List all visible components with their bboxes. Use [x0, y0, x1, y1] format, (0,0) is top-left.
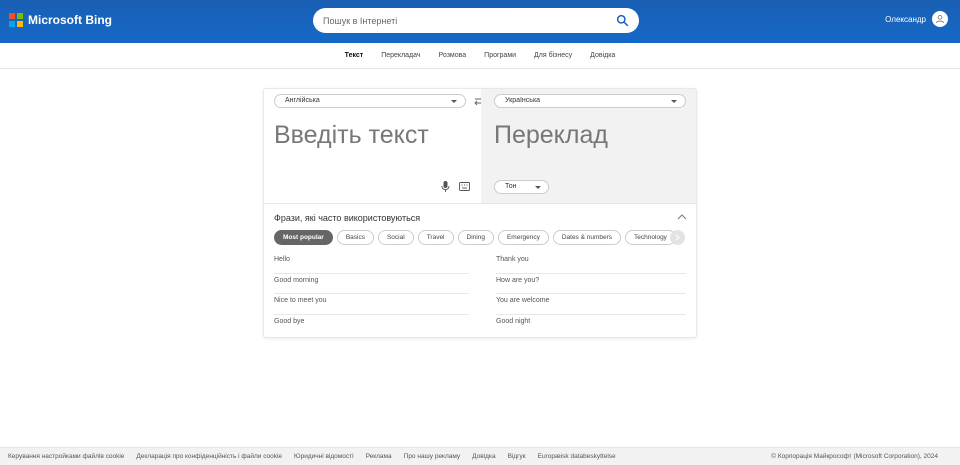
phrase-item[interactable]: Thank you [496, 253, 686, 274]
tab-business[interactable]: Для бізнесу [534, 52, 572, 59]
tone-label: Тон [505, 183, 517, 190]
microsoft-logo-icon [9, 13, 23, 27]
chevron-down-icon [451, 100, 457, 103]
chevron-up-icon[interactable] [677, 213, 687, 220]
footer-link-eu-data[interactable]: Europæisk databeskyttelse [538, 453, 616, 460]
source-text-input[interactable]: Введіть текст [274, 121, 429, 150]
phrases-title: Фрази, які часто використовуються [274, 213, 421, 223]
tab-help[interactable]: Довідка [590, 52, 615, 59]
target-text-output: Переклад [494, 121, 608, 149]
footer-link-feedback[interactable]: Відгук [508, 453, 526, 460]
chip-dates-numbers[interactable]: Dates & numbers [552, 230, 622, 245]
footer-link-about-ads[interactable]: Про нашу рекламу [404, 453, 461, 460]
footer-links: Керування настройками файлів cookie Декл… [8, 453, 628, 460]
top-header: Microsoft Bing Олександр [0, 0, 960, 43]
microphone-icon[interactable] [441, 181, 450, 192]
chip-social[interactable]: Social [377, 230, 414, 245]
phrase-item[interactable]: How are you? [496, 274, 686, 294]
phrase-item[interactable]: Good morning [274, 274, 469, 294]
search-input[interactable] [323, 11, 603, 30]
chips-next-button[interactable] [670, 230, 685, 245]
tone-select[interactable]: Тон [494, 180, 549, 194]
chip-technology[interactable]: Technology [625, 230, 676, 245]
keyboard-icon[interactable] [459, 182, 470, 191]
divider [264, 203, 696, 204]
chip-travel[interactable]: Travel [417, 230, 454, 245]
footer-link-advertise[interactable]: Реклама [366, 453, 392, 460]
chip-basics[interactable]: Basics [336, 230, 374, 245]
footer-link-legal[interactable]: Юридичні відомості [294, 453, 354, 460]
page-footer: Керування настройками файлів cookie Декл… [0, 447, 960, 465]
source-pane[interactable]: Англійська Введіть текст [264, 89, 481, 203]
chip-emergency[interactable]: Emergency [497, 230, 549, 245]
footer-link-cookie-settings[interactable]: Керування настройками файлів cookie [8, 453, 124, 460]
phrase-item[interactable]: Good bye [274, 315, 469, 336]
phrase-item[interactable]: You are welcome [496, 294, 686, 315]
phrase-categories: Most popular Basics Social Travel Dining… [274, 230, 680, 245]
logo-text: Microsoft Bing [28, 13, 112, 27]
tab-text[interactable]: Текст [345, 52, 364, 59]
avatar[interactable] [932, 11, 948, 27]
source-language-select[interactable]: Англійська [274, 94, 466, 108]
bing-logo[interactable]: Microsoft Bing [9, 13, 112, 27]
tab-conversation[interactable]: Розмова [439, 52, 467, 59]
copyright-text: © Корпорація Майкрософт (Microsoft Corpo… [771, 453, 938, 460]
footer-link-help[interactable]: Довідка [472, 453, 495, 460]
footer-link-privacy[interactable]: Декларація про конфіденційність і файли … [136, 453, 282, 460]
phrases-left-column: Hello Good morning Nice to meet you Good… [274, 253, 469, 335]
chevron-down-icon [535, 186, 541, 189]
search-box[interactable] [313, 8, 639, 33]
tab-translator[interactable]: Перекладач [381, 52, 420, 59]
translator-nav: Текст Перекладач Розмова Програми Для бі… [0, 43, 960, 69]
phrase-item[interactable]: Hello [274, 253, 469, 274]
chevron-down-icon [671, 100, 677, 103]
phrase-item[interactable]: Nice to meet you [274, 294, 469, 315]
chip-dining[interactable]: Dining [457, 230, 494, 245]
source-language-label: Англійська [285, 97, 320, 104]
tab-apps[interactable]: Програми [484, 52, 516, 59]
search-icon[interactable] [616, 14, 629, 27]
phrases-right-column: Thank you How are you? You are welcome G… [496, 253, 686, 335]
chip-most-popular[interactable]: Most popular [274, 230, 333, 245]
target-language-label: Українська [505, 97, 541, 104]
target-language-select[interactable]: Українська [494, 94, 686, 108]
user-icon [936, 14, 944, 24]
user-name: Олександр [885, 14, 926, 24]
chevron-right-icon [675, 234, 680, 241]
target-pane: Українська Переклад Тон [481, 89, 696, 203]
phrase-item[interactable]: Good night [496, 315, 686, 336]
user-menu[interactable]: Олександр [885, 11, 948, 27]
translator-card: Англійська Введіть текст Українська Пере… [263, 88, 697, 338]
